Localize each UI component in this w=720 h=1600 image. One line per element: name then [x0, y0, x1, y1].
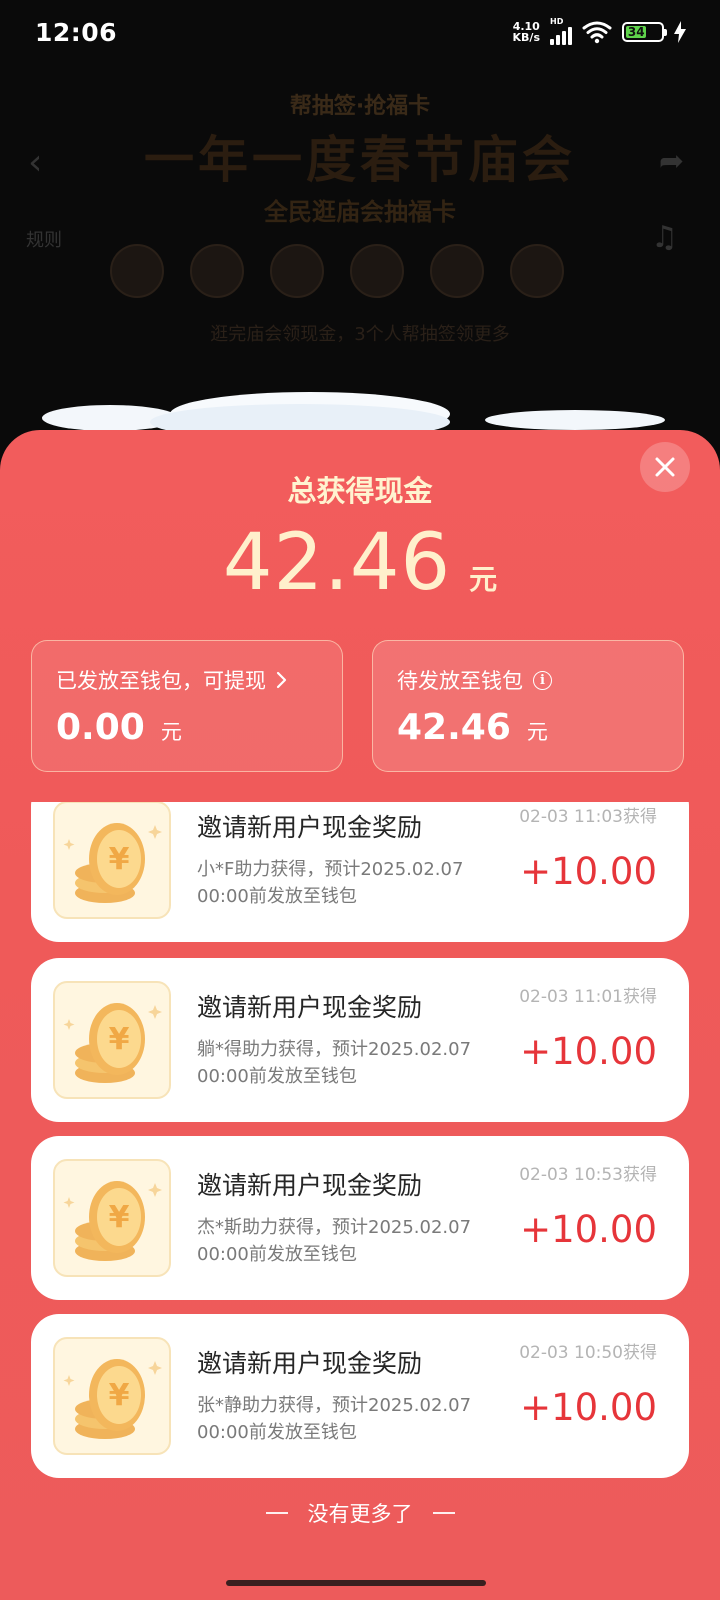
reward-title: 邀请新用户现金奖励: [197, 813, 423, 842]
bg-note: 逛完庙会领现金，3个人帮抽签领更多: [210, 324, 510, 345]
rules-link: 规则: [26, 230, 62, 251]
music-icon: ♫: [651, 220, 678, 255]
pending-label-row: 待发放至钱包 i: [397, 665, 659, 695]
bg-round-icon: [190, 244, 244, 298]
total-unit: 元: [469, 563, 498, 596]
coin-stack-icon: ¥: [53, 1159, 171, 1277]
home-indicator[interactable]: [226, 1580, 486, 1586]
reward-list[interactable]: ¥ 邀请新用户现金奖励 02-03 11:03获得 小*F助力获得，预计2025…: [31, 802, 689, 1542]
released-card[interactable]: 已发放至钱包，可提现 0.00 元: [31, 640, 343, 772]
reward-title: 邀请新用户现金奖励: [197, 993, 423, 1022]
no-more-indicator: 没有更多了: [0, 1498, 720, 1528]
status-bar: 12:06 4.10 KB/s HD 34: [0, 0, 720, 64]
reward-amount: +10.00: [520, 850, 657, 893]
reward-desc: 躺*得助力获得，预计2025.02.07 00:00前发放至钱包: [197, 1039, 472, 1087]
chevron-right-icon: [276, 671, 287, 689]
reward-time: 02-03 11:01获得: [519, 987, 657, 1007]
pending-label: 待发放至钱包: [397, 669, 523, 693]
bg-round-icon: [110, 244, 164, 298]
bg-sub2: 全民逛庙会抽福卡: [264, 198, 456, 226]
pending-unit: 元: [526, 720, 548, 744]
divider: [265, 1512, 288, 1514]
hd-label: HD: [550, 17, 564, 26]
reward-time: 02-03 11:03获得: [519, 807, 657, 827]
reward-amount: +10.00: [520, 1030, 657, 1073]
wifi-icon: [582, 21, 612, 44]
sheet-title: 总获得现金: [287, 474, 433, 508]
bg-title: 一年一度春节庙会: [144, 131, 576, 189]
charging-icon: [674, 21, 686, 43]
released-unit: 元: [160, 720, 182, 744]
signal-icon: HD: [550, 17, 572, 45]
reward-time: 02-03 10:50获得: [519, 1343, 657, 1363]
reward-card: ¥ 邀请新用户现金奖励 02-03 10:50获得 张*静助力获得，预计2025…: [31, 1314, 689, 1478]
reward-amount: +10.00: [520, 1208, 657, 1251]
reward-title: 邀请新用户现金奖励: [197, 1349, 423, 1378]
pending-value: 42.46: [397, 707, 511, 748]
released-label: 已发放至钱包，可提现: [56, 669, 266, 693]
reward-card: ¥ 邀请新用户现金奖励 02-03 11:01获得 躺*得助力获得，预计2025…: [31, 958, 689, 1122]
coin-stack-icon: ¥: [53, 1337, 171, 1455]
pending-card: 待发放至钱包 i 42.46 元: [372, 640, 684, 772]
bg-round-icon: [510, 244, 564, 298]
reward-card: ¥ 邀请新用户现金奖励 02-03 11:03获得 小*F助力获得，预计2025…: [31, 802, 689, 942]
net-speed-unit: KB/s: [512, 31, 540, 44]
bg-icon-row: [110, 244, 564, 298]
no-more-text: 没有更多了: [307, 1502, 413, 1526]
total-value: 42.46: [222, 518, 452, 608]
coin-stack-icon: ¥: [53, 802, 171, 919]
released-label-row: 已发放至钱包，可提现: [56, 665, 318, 695]
reward-desc: 小*F助力获得，预计2025.02.07 00:00前发放至钱包: [197, 859, 464, 907]
reward-desc: 张*静助力获得，预计2025.02.07 00:00前发放至钱包: [197, 1395, 472, 1443]
reward-amount: +10.00: [520, 1386, 657, 1429]
reward-time: 02-03 10:53获得: [519, 1165, 657, 1185]
bg-subtitle: 帮抽签·抢福卡: [289, 94, 431, 119]
released-value: 0.00: [56, 707, 145, 748]
bg-round-icon: [270, 244, 324, 298]
reward-desc: 杰*斯助力获得，预计2025.02.07 00:00前发放至钱包: [197, 1217, 472, 1265]
net-speed: 4.10 KB/s: [513, 21, 540, 43]
background-page: ‹ 帮抽签·抢福卡 一年一度春节庙会 全民逛庙会抽福卡 ➦ 规则 ♫ 逛完庙会领…: [0, 64, 720, 444]
cash-detail-sheet: 总获得现金 42.46 元 已发放至钱包，可提现 0.00 元 待发放至钱包 i…: [0, 430, 720, 1600]
status-icons: 4.10 KB/s HD 34: [513, 17, 686, 45]
coin-stack-icon: ¥: [53, 981, 171, 1099]
reward-title: 邀请新用户现金奖励: [197, 1171, 423, 1200]
svg-text:¥: ¥: [109, 1022, 130, 1057]
status-time: 12:06: [35, 17, 118, 47]
pending-amount: 42.46 元: [397, 707, 659, 748]
released-amount: 0.00 元: [56, 707, 318, 748]
battery-icon: 34: [622, 22, 667, 42]
info-icon[interactable]: i: [533, 670, 552, 690]
svg-text:¥: ¥: [109, 1378, 130, 1413]
bg-round-icon: [430, 244, 484, 298]
reward-card: ¥ 邀请新用户现金奖励 02-03 10:53获得 杰*斯助力获得，预计2025…: [31, 1136, 689, 1300]
share-icon: ➦: [658, 144, 684, 179]
battery-level: 34: [627, 25, 645, 39]
total-cash: 42.46 元: [0, 518, 720, 608]
svg-text:¥: ¥: [109, 1200, 130, 1235]
divider: [432, 1512, 455, 1514]
bg-round-icon: [350, 244, 404, 298]
svg-text:¥: ¥: [109, 842, 130, 877]
